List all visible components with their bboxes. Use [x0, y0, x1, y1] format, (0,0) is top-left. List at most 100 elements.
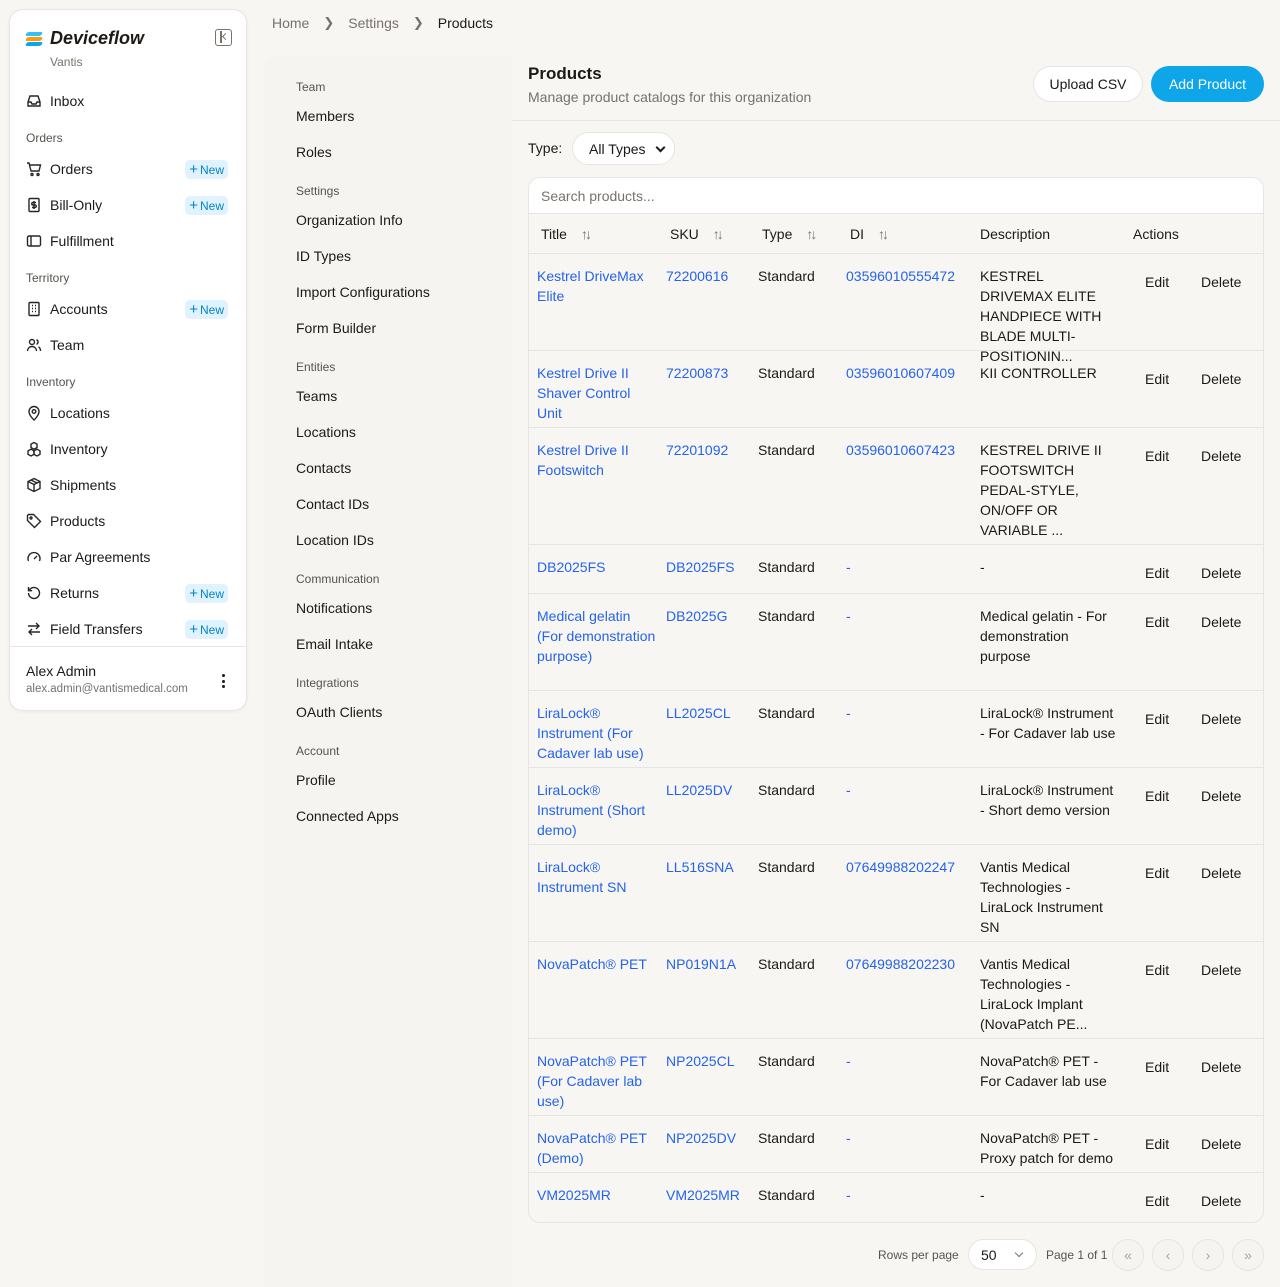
column-header-title[interactable]: Title ↑↓: [541, 226, 592, 242]
product-title-link[interactable]: NovaPatch® PET (For Cadaver lab use): [537, 1051, 657, 1111]
user-block[interactable]: Alex Admin alex.admin@vantismedical.com: [10, 646, 246, 695]
column-header-type[interactable]: Type ↑↓: [762, 226, 817, 242]
column-header-sku[interactable]: SKU ↑↓: [670, 226, 724, 242]
brand[interactable]: Deviceflow: [24, 28, 144, 49]
product-sku-link[interactable]: LL2025CL: [666, 703, 754, 723]
settings-item-location-ids[interactable]: Location IDs: [296, 532, 374, 548]
edit-button[interactable]: Edit: [1145, 612, 1169, 632]
edit-button[interactable]: Edit: [1145, 1057, 1169, 1077]
edit-button[interactable]: Edit: [1145, 709, 1169, 729]
sidebar-item-orders[interactable]: Orders + New: [18, 154, 238, 184]
edit-button[interactable]: Edit: [1145, 786, 1169, 806]
settings-item-contacts[interactable]: Contacts: [296, 460, 351, 476]
new-return-button[interactable]: + New: [185, 584, 228, 603]
new-order-button[interactable]: + New: [185, 160, 228, 179]
delete-button[interactable]: Delete: [1201, 960, 1241, 980]
rows-per-page-select[interactable]: 50: [968, 1239, 1037, 1270]
settings-item-contact-ids[interactable]: Contact IDs: [296, 496, 369, 512]
sidebar-item-accounts[interactable]: Accounts + New: [18, 294, 238, 324]
sidebar-item-inventory[interactable]: Inventory: [18, 434, 238, 464]
settings-item-oauth-clients[interactable]: OAuth Clients: [296, 704, 382, 720]
sidebar-collapse-icon[interactable]: [215, 29, 232, 46]
product-title-link[interactable]: NovaPatch® PET (Demo): [537, 1128, 657, 1168]
product-sku-link[interactable]: DB2025FS: [666, 557, 754, 577]
new-bill-only-button[interactable]: + New: [185, 196, 228, 215]
delete-button[interactable]: Delete: [1201, 709, 1241, 729]
settings-item-locations[interactable]: Locations: [296, 424, 356, 440]
settings-item-id-types[interactable]: ID Types: [296, 248, 351, 264]
product-sku-link[interactable]: NP2025DV: [666, 1128, 754, 1148]
product-sku-link[interactable]: DB2025G: [666, 606, 754, 626]
product-title-link[interactable]: LiraLock® Instrument (For Cadaver lab us…: [537, 703, 657, 763]
product-di[interactable]: 03596010607409: [846, 363, 976, 383]
product-sku-link[interactable]: LL516SNA: [666, 857, 754, 877]
sidebar-item-products[interactable]: Products: [18, 506, 238, 536]
product-sku-link[interactable]: VM2025MR: [666, 1185, 754, 1205]
settings-item-email-intake[interactable]: Email Intake: [296, 636, 373, 652]
sidebar-item-returns[interactable]: Returns + New: [18, 578, 238, 608]
sidebar-item-inbox[interactable]: Inbox: [18, 86, 238, 116]
sidebar-item-team[interactable]: Team: [18, 330, 238, 360]
settings-item-notifications[interactable]: Notifications: [296, 600, 372, 616]
edit-button[interactable]: Edit: [1145, 1134, 1169, 1154]
delete-button[interactable]: Delete: [1201, 1134, 1241, 1154]
new-account-button[interactable]: + New: [185, 300, 228, 319]
add-product-button[interactable]: Add Product: [1151, 66, 1264, 102]
delete-button[interactable]: Delete: [1201, 786, 1241, 806]
settings-item-profile[interactable]: Profile: [296, 772, 336, 788]
edit-button[interactable]: Edit: [1145, 446, 1169, 466]
last-page-button[interactable]: »: [1232, 1239, 1264, 1271]
first-page-button[interactable]: «: [1112, 1239, 1144, 1271]
sidebar-item-locations[interactable]: Locations: [18, 398, 238, 428]
more-vertical-icon[interactable]: [222, 674, 226, 688]
delete-button[interactable]: Delete: [1201, 1191, 1241, 1211]
delete-button[interactable]: Delete: [1201, 1057, 1241, 1077]
delete-button[interactable]: Delete: [1201, 863, 1241, 883]
product-title-link[interactable]: LiraLock® Instrument SN: [537, 857, 657, 897]
next-page-button[interactable]: ›: [1192, 1239, 1224, 1271]
breadcrumb-settings[interactable]: Settings: [348, 15, 399, 31]
product-title-link[interactable]: DB2025FS: [537, 557, 657, 577]
sidebar-item-field-transfers[interactable]: Field Transfers + New: [18, 614, 238, 644]
new-field-transfer-button[interactable]: + New: [185, 620, 228, 639]
product-title-link[interactable]: Kestrel DriveMax Elite: [537, 266, 657, 306]
product-sku-link[interactable]: 72200616: [666, 266, 754, 286]
delete-button[interactable]: Delete: [1201, 369, 1241, 389]
edit-button[interactable]: Edit: [1145, 960, 1169, 980]
settings-item-teams[interactable]: Teams: [296, 388, 337, 404]
settings-item-form-builder[interactable]: Form Builder: [296, 320, 376, 336]
product-title-link[interactable]: LiraLock® Instrument (Short demo): [537, 780, 657, 840]
previous-page-button[interactable]: ‹: [1152, 1239, 1184, 1271]
edit-button[interactable]: Edit: [1145, 369, 1169, 389]
product-sku-link[interactable]: 72200873: [666, 363, 754, 383]
product-title-link[interactable]: Medical gelatin (For demonstration purpo…: [537, 606, 657, 666]
settings-item-roles[interactable]: Roles: [296, 144, 332, 160]
product-di[interactable]: 03596010555472: [846, 266, 976, 286]
sidebar-item-fulfillment[interactable]: Fulfillment: [18, 226, 238, 256]
product-title-link[interactable]: NovaPatch® PET: [537, 954, 657, 974]
edit-button[interactable]: Edit: [1145, 1191, 1169, 1211]
column-header-di[interactable]: DI ↑↓: [850, 226, 889, 242]
product-di[interactable]: 07649988202230: [846, 954, 976, 974]
settings-item-members[interactable]: Members: [296, 108, 354, 124]
product-di[interactable]: 03596010607423: [846, 440, 976, 460]
product-di[interactable]: 07649988202247: [846, 857, 976, 877]
edit-button[interactable]: Edit: [1145, 272, 1169, 292]
product-sku-link[interactable]: LL2025DV: [666, 780, 754, 800]
product-title-link[interactable]: VM2025MR: [537, 1185, 657, 1205]
settings-item-connected-apps[interactable]: Connected Apps: [296, 808, 399, 824]
product-title-link[interactable]: Kestrel Drive II Shaver Control Unit: [537, 363, 657, 423]
sidebar-item-par-agreements[interactable]: Par Agreements: [18, 542, 238, 572]
settings-item-organization-info[interactable]: Organization Info: [296, 212, 403, 228]
sidebar-item-shipments[interactable]: Shipments: [18, 470, 238, 500]
type-filter-select[interactable]: All Types: [572, 132, 675, 165]
settings-item-import-configurations[interactable]: Import Configurations: [296, 284, 430, 300]
upload-csv-button[interactable]: Upload CSV: [1033, 66, 1143, 102]
delete-button[interactable]: Delete: [1201, 272, 1241, 292]
delete-button[interactable]: Delete: [1201, 446, 1241, 466]
delete-button[interactable]: Delete: [1201, 563, 1241, 583]
edit-button[interactable]: Edit: [1145, 863, 1169, 883]
edit-button[interactable]: Edit: [1145, 563, 1169, 583]
sidebar-item-bill-only[interactable]: Bill-Only + New: [18, 190, 238, 220]
delete-button[interactable]: Delete: [1201, 612, 1241, 632]
